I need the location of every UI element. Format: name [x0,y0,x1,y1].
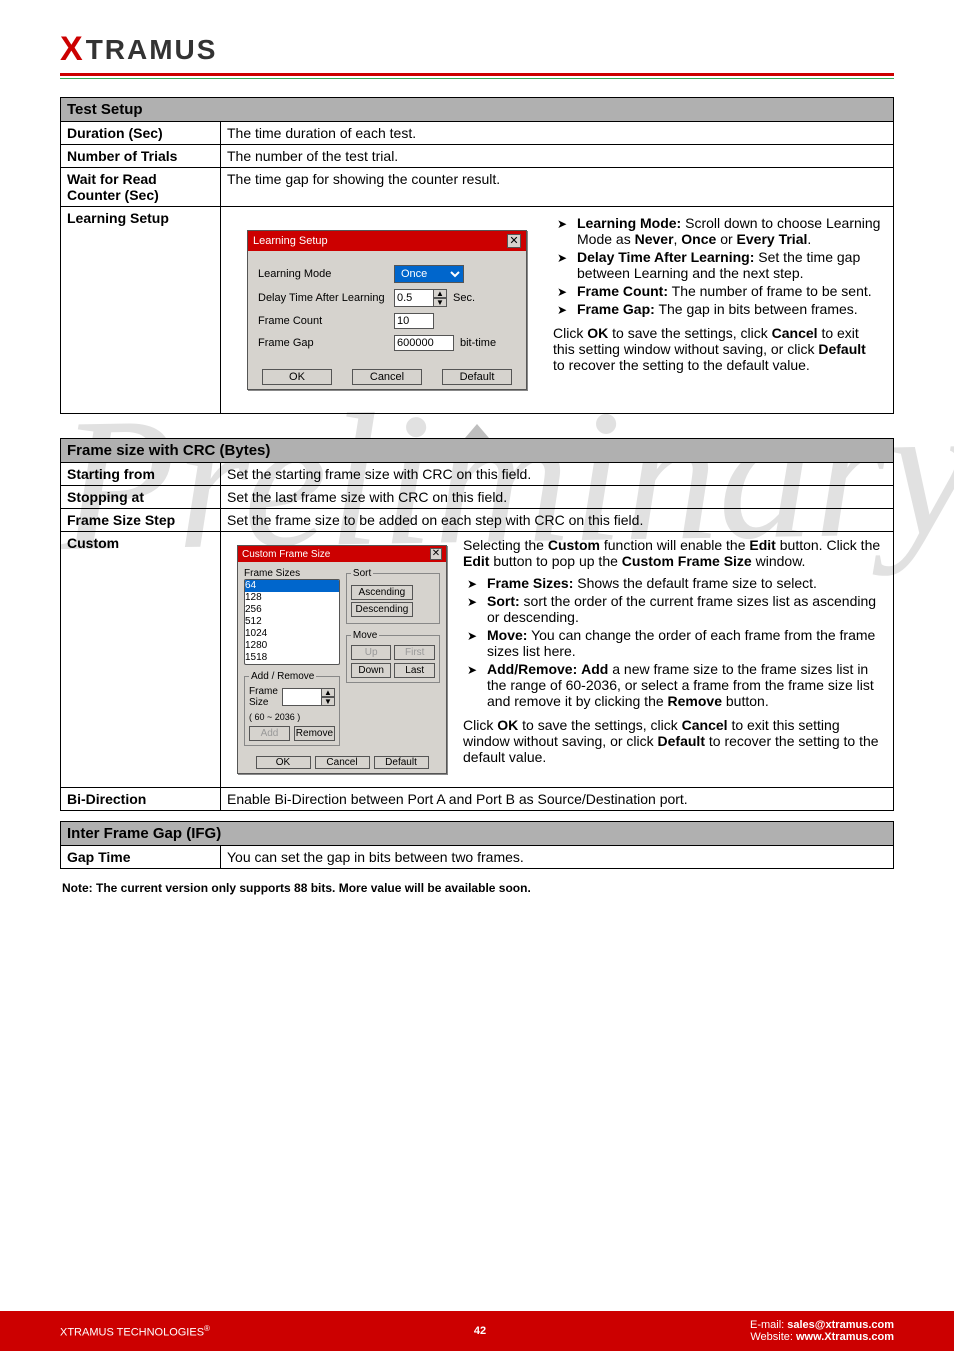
frame-size-step-desc: Set the frame size to be added on each s… [221,509,894,532]
cfs-move-legend: Move [351,630,379,641]
learning-cancel-button[interactable]: Cancel [352,369,422,385]
cfs-ascending-button[interactable]: Ascending [351,585,413,600]
learning-delay-label: Delay Time After Learning [258,292,388,304]
learning-mode-label: Learning Mode [258,268,388,280]
test-setup-table: Test Setup Duration (Sec) The time durat… [60,97,894,414]
test-setup-header: Test Setup [61,98,894,122]
ifg-note: Note: The current version only supports … [60,879,894,895]
starting-from-label: Starting from [61,463,221,486]
frame-count-input[interactable] [394,313,434,329]
section-divider-arrow-icon [465,424,489,438]
cfs-default-button[interactable]: Default [374,756,429,769]
spinner-down-icon[interactable]: ▼ [321,697,335,706]
spinner-down-icon[interactable]: ▼ [433,298,447,307]
learning-dialog-title: Learning Setup [253,235,328,247]
cfs-add-button[interactable]: Add [249,726,290,741]
learning-mode-select[interactable]: Once [394,265,464,283]
gap-time-desc: You can set the gap in bits between two … [221,846,894,869]
duration-desc: The time duration of each test. [221,122,894,145]
frame-gap-input[interactable] [394,335,454,351]
cfs-addrm-label: Frame Size [249,686,278,708]
learning-delay-input[interactable] [394,289,434,307]
cfs-sizes-list[interactable]: 64 128 256 512 1024 1280 1518 [244,579,340,665]
custom-intro-text: Selecting the Custom function will enabl… [463,537,881,569]
bidirection-desc: Enable Bi-Direction between Port A and P… [221,788,894,811]
gap-time-label: Gap Time [61,846,221,869]
stopping-at-desc: Set the last frame size with CRC on this… [221,486,894,509]
close-icon[interactable]: ✕ [507,234,521,248]
cfs-up-button[interactable]: Up [351,645,392,660]
brand-divider-red [60,73,894,76]
brand-logo: XTRAMUS [60,30,894,69]
trials-desc: The number of the test trial. [221,145,894,168]
cfs-remove-button[interactable]: Remove [294,726,335,741]
cfs-addrm-range: ( 60 ~ 2036 ) [249,712,335,722]
cfs-ok-button[interactable]: OK [256,756,311,769]
brand-divider-green [60,78,894,79]
page-footer: XTRAMUS TECHNOLOGIES® 42 E-mail: sales@x… [0,1311,954,1351]
custom-frame-size-dialog: Custom Frame Size ✕ Frame Sizes 64 128 2 [237,545,447,774]
cfs-sizes-label: Frame Sizes [244,568,340,579]
frame-gap-label: Frame Gap [258,337,388,349]
cfs-addrm-input[interactable] [282,688,322,706]
cfs-addrm-legend: Add / Remove [249,671,316,682]
footer-left: XTRAMUS TECHNOLOGIES® [60,1324,210,1339]
brand-rest: TRAMUS [86,34,218,66]
custom-bullet-move: Move: You can change the order of each f… [465,627,881,659]
cfs-descending-button[interactable]: Descending [351,602,413,617]
frame-count-label: Frame Count [258,315,388,327]
ifg-header: Inter Frame Gap (IFG) [61,822,894,846]
duration-label: Duration (Sec) [61,122,221,145]
cfs-down-button[interactable]: Down [351,663,392,678]
custom-bullet-addremove: Add/Remove: Add a new frame size to the … [465,661,881,709]
cfs-sort-legend: Sort [351,568,373,579]
learning-setup-dialog: Learning Setup ✕ Learning Mode Once [247,230,527,390]
learning-bullet-mode: Learning Mode: Scroll down to choose Lea… [555,215,881,247]
close-icon[interactable]: ✕ [430,548,442,560]
spinner-up-icon[interactable]: ▲ [321,688,335,697]
waitread-label: Wait for Read Counter (Sec) [61,168,221,207]
bidirection-label: Bi-Direction [61,788,221,811]
custom-footer-text: Click OK to save the settings, click Can… [463,717,881,765]
waitread-desc: The time gap for showing the counter res… [221,168,894,207]
stopping-at-label: Stopping at [61,486,221,509]
cfs-first-button[interactable]: First [394,645,435,660]
custom-bullet-sort: Sort: sort the order of the current fram… [465,593,881,625]
frame-size-table: Frame size with CRC (Bytes) Starting fro… [60,438,894,811]
learning-bullet-count: Frame Count: The number of frame to be s… [555,283,881,299]
learning-label: Learning Setup [61,207,221,414]
custom-bullet-framesizes: Frame Sizes: Shows the default frame siz… [465,575,881,591]
learning-default-button[interactable]: Default [442,369,512,385]
learning-bullet-gap: Frame Gap: The gap in bits between frame… [555,301,881,317]
frame-gap-unit: bit-time [460,337,496,349]
cfs-title: Custom Frame Size [242,549,330,560]
brand-x: X [60,30,85,69]
footer-page-number: 42 [474,1325,486,1337]
learning-ok-button[interactable]: OK [262,369,332,385]
cfs-last-button[interactable]: Last [394,663,435,678]
ifg-table: Inter Frame Gap (IFG) Gap Time You can s… [60,821,894,869]
frame-size-header: Frame size with CRC (Bytes) [61,439,894,463]
cfs-cancel-button[interactable]: Cancel [315,756,370,769]
footer-right: E-mail: sales@xtramus.com Website: www.X… [750,1319,894,1343]
custom-label: Custom [61,532,221,788]
trials-label: Number of Trials [61,145,221,168]
learning-bullet-delay: Delay Time After Learning: Set the time … [555,249,881,281]
spinner-up-icon[interactable]: ▲ [433,289,447,298]
learning-footer-text: Click OK to save the settings, click Can… [553,325,881,373]
learning-delay-unit: Sec. [453,292,475,304]
frame-size-step-label: Frame Size Step [61,509,221,532]
starting-from-desc: Set the starting frame size with CRC on … [221,463,894,486]
